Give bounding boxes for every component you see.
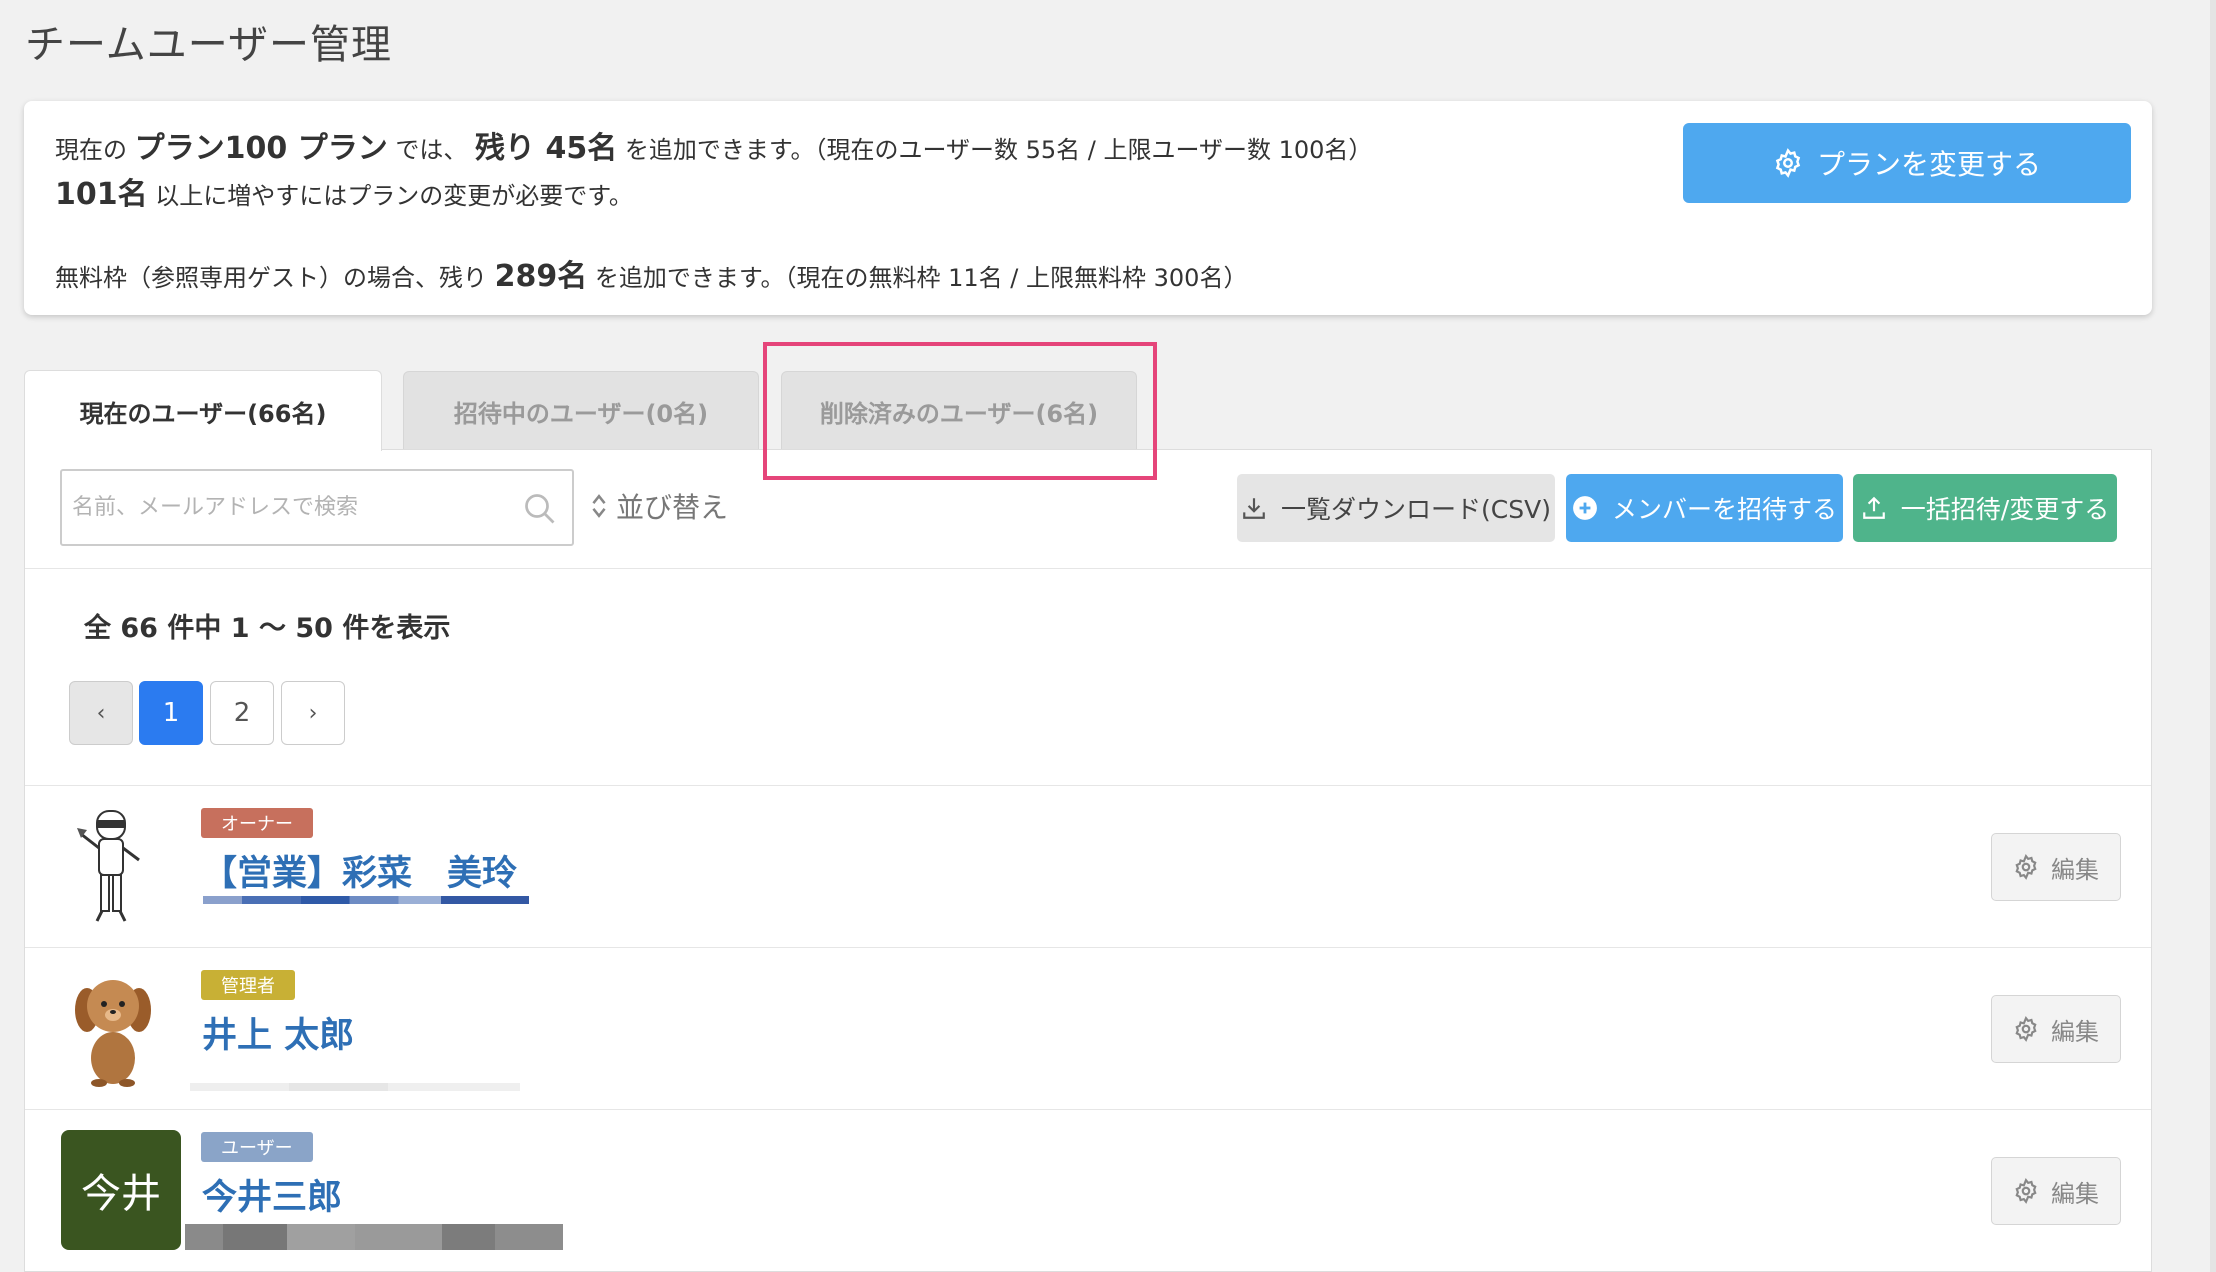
redaction-strip [185,1224,563,1250]
download-label: 一覧ダウンロード(CSV) [1281,495,1551,524]
remaining-users: 残り 45名 [475,131,618,166]
change-plan-button[interactable]: プランを変更する [1683,123,2131,203]
change-plan-label: プランを変更する [1816,148,2041,181]
redaction-strip [203,896,529,904]
plan-name: プラン100 プラン [134,131,388,166]
free-remaining: 289名 [494,259,588,294]
edit-label: 編集 [2051,855,2099,884]
edit-user-button[interactable]: 編集 [1991,833,2121,901]
pagination-prev[interactable]: ‹ [69,681,133,745]
download-csv-button[interactable]: 一覧ダウンロード(CSV) [1237,474,1555,542]
tab-label: 現在のユーザー(66名) [79,399,327,428]
edit-user-button[interactable]: 編集 [1991,1157,2121,1225]
bulk-label: 一括招待/変更する [1900,495,2110,524]
tab-current-users[interactable]: 現在のユーザー(66名) [24,370,382,451]
plan-text: を追加できます。（現在のユーザー数 55名 / 上限ユーザー数 100名） [624,136,1373,164]
bulk-invite-button[interactable]: 一括招待/変更する [1853,474,2117,542]
sort-toggle[interactable]: 並び替え [590,486,728,526]
role-badge-owner: オーナー [201,808,313,838]
dog-avatar [75,980,151,1087]
user-name-link[interactable]: 今井三郎 [202,1169,342,1220]
user-name-link[interactable]: 【営業】彩菜 美玲 [202,845,517,896]
limit-count: 101名 [55,177,148,212]
redaction-strip [190,1083,520,1091]
plan-summary-line: 現在の プラン100 プラン では、 残り 45名 を追加できます。（現在のユー… [55,123,1372,167]
result-count: 全 66 件中 1 〜 50 件を表示 [84,613,451,644]
search-icon[interactable] [522,491,558,527]
tab-deleted-users[interactable]: 削除済みのユーザー(6名) [781,371,1137,451]
gear-icon [1775,148,1801,178]
plus-circle-icon [1573,496,1597,520]
gear-icon [2015,1178,2037,1204]
search-box [60,469,574,546]
gear-icon [2015,1016,2037,1042]
invite-label: メンバーを招待する [1611,495,1837,524]
role-badge-user: ユーザー [201,1132,313,1162]
sort-icon [592,494,606,518]
user-row: 今井 ユーザー 今井三郎 編集 [25,1110,2151,1272]
plan-text: では、 [395,136,468,164]
user-row: 管理者 井上 太郎 編集 [25,948,2151,1110]
user-row: オーナー 【営業】彩菜 美玲 編集 [25,786,2151,948]
search-input[interactable] [62,471,502,544]
tab-invited-users[interactable]: 招待中のユーザー(0名) [403,371,759,451]
robot-avatar [77,810,140,922]
plan-text: 無料枠（参照専用ゲスト）の場合、残り [55,264,487,292]
free-quota-line: 無料枠（参照専用ゲスト）の場合、残り 289名 を追加できます。（現在の無料枠 … [55,251,1247,295]
user-avatar-initials: 今井 [61,1130,181,1250]
invite-member-button[interactable]: メンバーを招待する [1566,474,1843,542]
page-title: チームユーザー管理 [25,22,392,68]
tab-label: 招待中のユーザー(0名) [453,400,709,428]
upload-icon [1862,496,1885,519]
plan-limit-line: 101名 以上に増やすにはプランの変更が必要です。 [55,169,633,213]
plan-info-card: 現在の プラン100 プラン では、 残り 45名 を追加できます。（現在のユー… [24,101,2152,315]
pagination-next[interactable]: › [281,681,345,745]
divider [25,568,2151,569]
sort-label: 並び替え [616,491,729,524]
pagination-page-1[interactable]: 1 [139,681,203,745]
gear-icon [2015,854,2037,880]
edit-label: 編集 [2051,1017,2099,1046]
edit-user-button[interactable]: 編集 [1991,995,2121,1063]
tab-label: 削除済みのユーザー(6名) [819,400,1099,428]
edit-label: 編集 [2051,1179,2099,1208]
role-badge-admin: 管理者 [201,970,295,1000]
pagination-page-2[interactable]: 2 [210,681,274,745]
download-icon [1243,498,1265,519]
user-name-link[interactable]: 井上 太郎 [202,1007,354,1058]
plan-text: 現在の [55,136,127,164]
plan-text: を追加できます。（現在の無料枠 11名 / 上限無料枠 300名） [594,264,1248,292]
plan-text: 以上に増やすにはプランの変更が必要です。 [155,182,633,210]
scrollbar-track[interactable] [2210,0,2216,1272]
